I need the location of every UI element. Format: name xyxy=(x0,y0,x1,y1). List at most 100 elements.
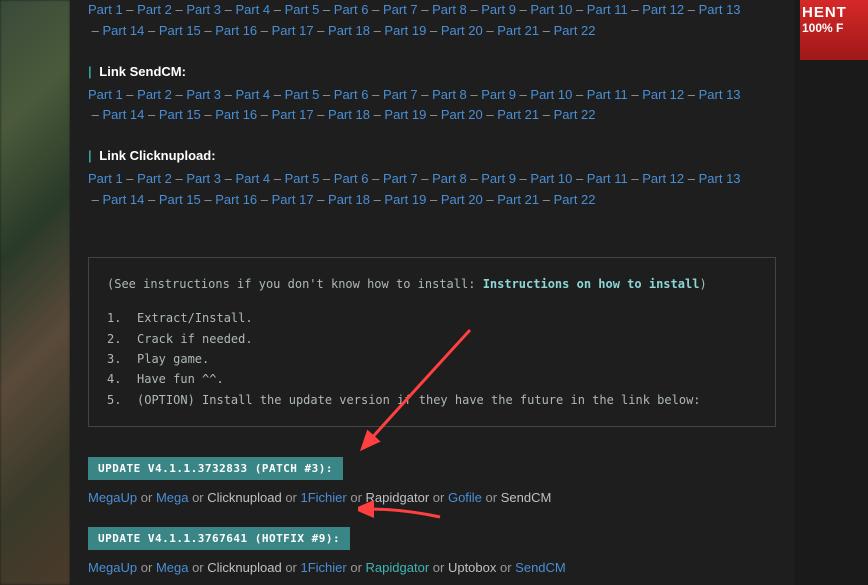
part-link[interactable]: Part 22 xyxy=(554,107,596,122)
mirror-text: Rapidgator xyxy=(366,490,430,505)
part-link[interactable]: Part 15 xyxy=(159,23,201,38)
part-separator: – xyxy=(572,2,586,17)
ad-banner-right[interactable]: HENT 100% F xyxy=(800,0,868,60)
part-link[interactable]: Part 1 xyxy=(88,2,123,17)
part-link[interactable]: Part 14 xyxy=(102,192,144,207)
mirror-separator: or xyxy=(137,560,156,575)
mirror-link[interactable]: SendCM xyxy=(515,560,566,575)
part-link[interactable]: Part 3 xyxy=(186,87,221,102)
part-separator: – xyxy=(426,107,440,122)
part-link[interactable]: Part 10 xyxy=(530,171,572,186)
mirror-link[interactable]: MegaUp xyxy=(88,560,137,575)
part-link[interactable]: Part 16 xyxy=(215,192,257,207)
part-link[interactable]: Part 7 xyxy=(383,2,418,17)
part-link[interactable]: Part 22 xyxy=(554,192,596,207)
link-header-clicknupload: | Link Clicknupload: xyxy=(88,148,776,163)
part-link[interactable]: Part 12 xyxy=(642,171,684,186)
part-link[interactable]: Part 5 xyxy=(285,171,320,186)
part-separator: – xyxy=(144,23,158,38)
part-link[interactable]: Part 13 xyxy=(699,171,741,186)
part-separator: – xyxy=(572,87,586,102)
part-separator: – xyxy=(426,192,440,207)
instructions-link[interactable]: Instructions on how to install xyxy=(483,277,700,291)
mirror-separator: or xyxy=(282,490,301,505)
part-link[interactable]: Part 2 xyxy=(137,171,172,186)
part-link[interactable]: Part 5 xyxy=(285,2,320,17)
mirror-link[interactable]: Gofile xyxy=(448,490,482,505)
mirror-link[interactable]: Mega xyxy=(156,560,189,575)
part-link[interactable]: Part 6 xyxy=(334,87,369,102)
part-link[interactable]: Part 1 xyxy=(88,171,123,186)
part-link[interactable]: Part 19 xyxy=(384,23,426,38)
part-separator: – xyxy=(123,2,137,17)
part-link[interactable]: Part 10 xyxy=(530,2,572,17)
part-link[interactable]: Part 11 xyxy=(587,87,628,102)
part-link[interactable]: Part 4 xyxy=(235,87,270,102)
part-separator: – xyxy=(539,23,553,38)
part-link[interactable]: Part 15 xyxy=(159,192,201,207)
part-link[interactable]: Part 14 xyxy=(102,107,144,122)
part-link[interactable]: Part 18 xyxy=(328,192,370,207)
part-link[interactable]: Part 13 xyxy=(699,2,741,17)
part-link[interactable]: Part 16 xyxy=(215,23,257,38)
part-link[interactable]: Part 20 xyxy=(441,23,483,38)
part-separator: – xyxy=(483,192,497,207)
part-separator: – xyxy=(467,87,481,102)
part-link[interactable]: Part 9 xyxy=(481,87,516,102)
part-link[interactable]: Part 1 xyxy=(88,87,123,102)
part-separator: – xyxy=(516,171,530,186)
step-number: 1. xyxy=(107,308,137,328)
mirror-link[interactable]: 1Fichier xyxy=(301,560,347,575)
part-link[interactable]: Part 18 xyxy=(328,107,370,122)
part-separator: – xyxy=(516,2,530,17)
part-link[interactable]: Part 9 xyxy=(481,171,516,186)
part-link[interactable]: Part 7 xyxy=(383,87,418,102)
part-separator: – xyxy=(201,192,215,207)
mirror-link[interactable]: Rapidgator xyxy=(366,560,430,575)
part-link[interactable]: Part 21 xyxy=(497,107,539,122)
part-link[interactable]: Part 2 xyxy=(137,2,172,17)
mirror-link[interactable]: 1Fichier xyxy=(301,490,347,505)
part-link[interactable]: Part 4 xyxy=(235,2,270,17)
part-link[interactable]: Part 6 xyxy=(334,171,369,186)
part-link[interactable]: Part 18 xyxy=(328,23,370,38)
part-link[interactable]: Part 12 xyxy=(642,2,684,17)
part-link[interactable]: Part 2 xyxy=(137,87,172,102)
part-link[interactable]: Part 9 xyxy=(481,2,516,17)
part-link[interactable]: Part 21 xyxy=(497,23,539,38)
part-link[interactable]: Part 20 xyxy=(441,107,483,122)
part-link[interactable]: Part 8 xyxy=(432,2,467,17)
part-link[interactable]: Part 4 xyxy=(235,171,270,186)
part-link[interactable]: Part 5 xyxy=(285,87,320,102)
part-link[interactable]: Part 20 xyxy=(441,192,483,207)
part-link[interactable]: Part 8 xyxy=(432,87,467,102)
instructions-steps: 1.Extract/Install.2.Crack if needed.3.Pl… xyxy=(107,308,757,410)
part-link[interactable]: Part 6 xyxy=(334,2,369,17)
part-link[interactable]: Part 19 xyxy=(384,107,426,122)
part-link[interactable]: Part 14 xyxy=(102,23,144,38)
part-separator: – xyxy=(418,171,432,186)
part-link[interactable]: Part 8 xyxy=(432,171,467,186)
mirror-link[interactable]: MegaUp xyxy=(88,490,137,505)
mirror-text: Clicknupload xyxy=(207,490,281,505)
part-link[interactable]: Part 3 xyxy=(186,2,221,17)
part-link[interactable]: Part 12 xyxy=(642,87,684,102)
part-separator: – xyxy=(144,192,158,207)
part-link[interactable]: Part 22 xyxy=(554,23,596,38)
part-link[interactable]: Part 7 xyxy=(383,171,418,186)
part-link[interactable]: Part 11 xyxy=(587,171,628,186)
part-link[interactable]: Part 17 xyxy=(272,107,314,122)
part-link[interactable]: Part 21 xyxy=(497,192,539,207)
part-link[interactable]: Part 11 xyxy=(587,2,628,17)
mirror-separator: or xyxy=(429,560,448,575)
part-link[interactable]: Part 16 xyxy=(215,107,257,122)
part-link[interactable]: Part 3 xyxy=(186,171,221,186)
part-link[interactable]: Part 17 xyxy=(272,192,314,207)
mirror-link[interactable]: Mega xyxy=(156,490,189,505)
part-link[interactable]: Part 13 xyxy=(699,87,741,102)
update-badge: UPDATE V4.1.1.3767641 (HOTFIX #9): xyxy=(88,527,350,550)
part-link[interactable]: Part 15 xyxy=(159,107,201,122)
part-link[interactable]: Part 10 xyxy=(530,87,572,102)
part-link[interactable]: Part 19 xyxy=(384,192,426,207)
part-link[interactable]: Part 17 xyxy=(272,23,314,38)
